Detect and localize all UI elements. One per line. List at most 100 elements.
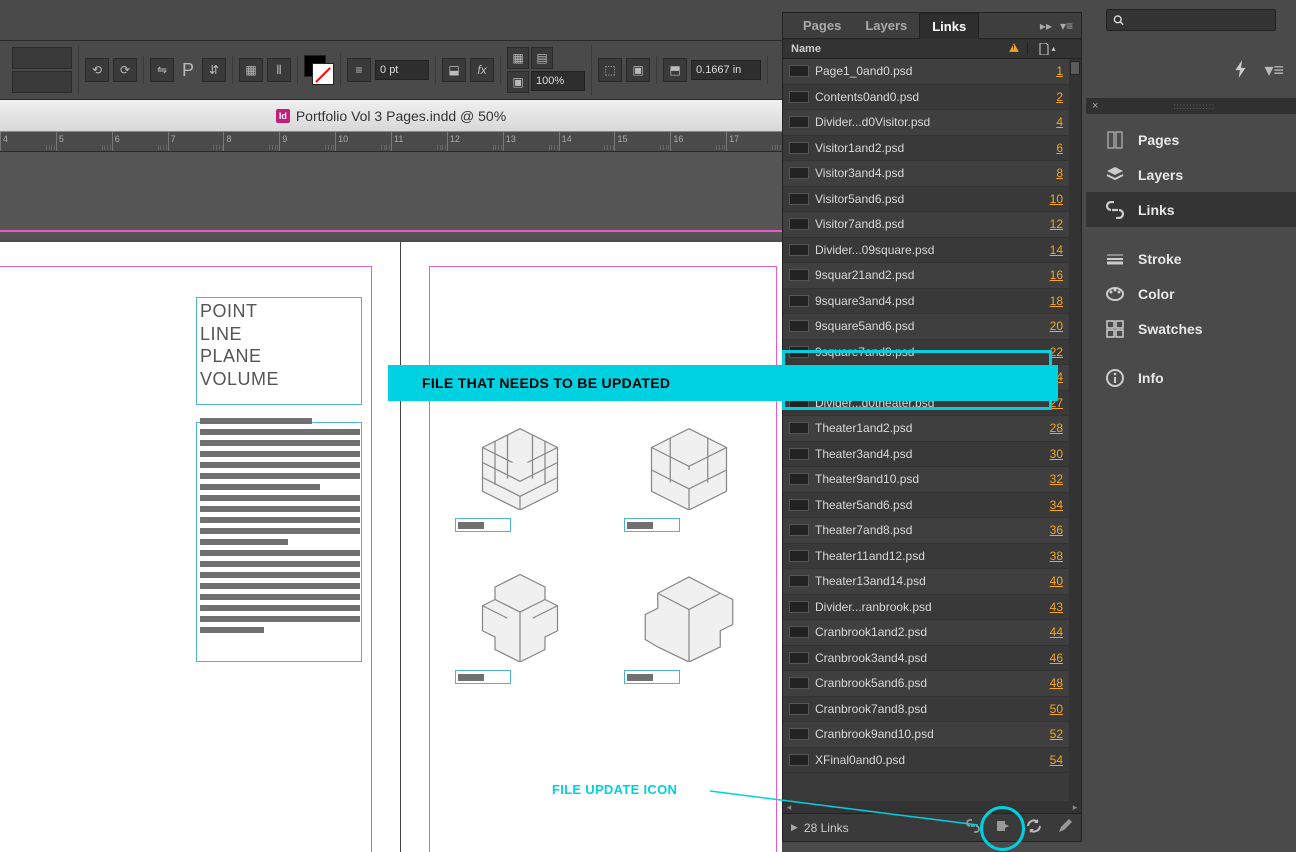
- tab-pages[interactable]: Pages: [791, 13, 853, 39]
- distribute-icon[interactable]: ⫴: [267, 58, 291, 82]
- cube-image[interactable]: [455, 410, 585, 510]
- link-row[interactable]: Cranbrook3and4.psd46: [783, 646, 1081, 672]
- link-row[interactable]: 9square5and6.psd20: [783, 314, 1081, 340]
- link-page-number[interactable]: 6: [1033, 141, 1067, 155]
- caption-frame[interactable]: [455, 670, 511, 684]
- link-page-number[interactable]: 46: [1033, 651, 1067, 665]
- stroke-swatch[interactable]: [312, 63, 334, 85]
- crop-icon[interactable]: ⬒: [663, 58, 687, 82]
- effects-icon[interactable]: fx: [470, 58, 494, 82]
- link-page-number[interactable]: 40: [1033, 574, 1067, 588]
- link-page-number[interactable]: 30: [1033, 447, 1067, 461]
- text-wrap-icon[interactable]: ▣: [507, 71, 529, 93]
- tab-layers[interactable]: Layers: [853, 13, 919, 39]
- link-page-number[interactable]: 44: [1033, 625, 1067, 639]
- link-row[interactable]: Cranbrook9and10.psd52: [783, 722, 1081, 748]
- link-row[interactable]: Theater5and6.psd34: [783, 493, 1081, 519]
- link-page-number[interactable]: 4: [1033, 115, 1067, 129]
- caption-frame[interactable]: [455, 518, 511, 532]
- links-scrollbar[interactable]: [1069, 59, 1081, 801]
- link-row[interactable]: Theater1and2.psd28: [783, 416, 1081, 442]
- link-row[interactable]: Visitor5and6.psd10: [783, 187, 1081, 213]
- link-page-number[interactable]: 50: [1033, 702, 1067, 716]
- link-row[interactable]: Divider...ranbrook.psd43: [783, 595, 1081, 621]
- link-row[interactable]: Theater3and4.psd30: [783, 442, 1081, 468]
- flip-horizontal-icon[interactable]: ⇋: [150, 58, 174, 82]
- panel-item-pages[interactable]: Pages: [1086, 122, 1296, 157]
- cube-image[interactable]: [624, 410, 754, 510]
- link-page-number[interactable]: 43: [1033, 600, 1067, 614]
- link-row[interactable]: Page1_0and0.psd1: [783, 59, 1081, 85]
- body-text-placeholder[interactable]: [200, 418, 360, 633]
- horizontal-ruler[interactable]: 4567891011121314151617: [0, 132, 782, 152]
- transform-field[interactable]: [12, 47, 72, 69]
- links-h-scrollbar[interactable]: ◂▸: [783, 801, 1081, 813]
- link-page-number[interactable]: 52: [1033, 727, 1067, 741]
- link-row[interactable]: Divider...09square.psd14: [783, 238, 1081, 264]
- panel-item-color[interactable]: Color: [1086, 276, 1296, 311]
- link-page-number[interactable]: 8: [1033, 166, 1067, 180]
- caption-frame[interactable]: [624, 518, 680, 532]
- collapse-panel-icon[interactable]: ▸▸: [1040, 19, 1052, 33]
- link-row[interactable]: Theater9and10.psd32: [783, 467, 1081, 493]
- heading-text[interactable]: POINT LINE PLANE VOLUME: [200, 300, 360, 390]
- top-search-input[interactable]: [1106, 9, 1276, 31]
- link-page-number[interactable]: 10: [1033, 192, 1067, 206]
- caption-frame[interactable]: [624, 670, 680, 684]
- link-row[interactable]: Contents0and0.psd2: [783, 85, 1081, 111]
- bounding-box-icon[interactable]: ⬚: [598, 58, 622, 82]
- link-page-number[interactable]: 28: [1033, 421, 1067, 435]
- panel-menu-icon[interactable]: ▾≡: [1060, 19, 1073, 33]
- opacity-icon[interactable]: ▦: [507, 47, 529, 69]
- panel-item-links[interactable]: Links: [1086, 192, 1296, 227]
- rotate-ccw-icon[interactable]: ⟲: [85, 58, 109, 82]
- cube-image[interactable]: [455, 562, 585, 662]
- document-canvas[interactable]: POINT LINE PLANE VOLUME: [0, 152, 782, 852]
- link-page-number[interactable]: 18: [1033, 294, 1067, 308]
- frame-fitting-icon[interactable]: ▣: [626, 58, 650, 82]
- link-row[interactable]: Theater7and8.psd36: [783, 518, 1081, 544]
- rotate-cw-icon[interactable]: ⟳: [113, 58, 137, 82]
- link-row[interactable]: 9squar21and2.psd16: [783, 263, 1081, 289]
- link-row[interactable]: Visitor3and4.psd8: [783, 161, 1081, 187]
- link-row[interactable]: Visitor7and8.psd12: [783, 212, 1081, 238]
- link-row[interactable]: Visitor1and2.psd6: [783, 136, 1081, 162]
- link-page-number[interactable]: 36: [1033, 523, 1067, 537]
- link-row[interactable]: Cranbrook7and8.psd50: [783, 697, 1081, 723]
- search-field[interactable]: [1128, 14, 1269, 26]
- flip-vertical-icon[interactable]: ⇵: [202, 58, 226, 82]
- link-row[interactable]: Theater11and12.psd38: [783, 544, 1081, 570]
- column-header-name[interactable]: Name: [783, 43, 1001, 55]
- link-row[interactable]: XFinal0and0.psd54: [783, 748, 1081, 774]
- paragraph-style-icon[interactable]: P: [178, 60, 198, 81]
- blend-mode-icon[interactable]: ▤: [531, 47, 553, 69]
- link-page-number[interactable]: 2: [1033, 90, 1067, 104]
- link-row[interactable]: 9square3and4.psd18: [783, 289, 1081, 315]
- link-page-number[interactable]: 34: [1033, 498, 1067, 512]
- link-row[interactable]: Cranbrook1and2.psd44: [783, 620, 1081, 646]
- link-row[interactable]: Theater13and14.psd40: [783, 569, 1081, 595]
- column-header-status[interactable]: [1001, 42, 1027, 56]
- link-page-number[interactable]: 38: [1033, 549, 1067, 563]
- link-page-number[interactable]: 12: [1033, 217, 1067, 231]
- link-page-number[interactable]: 32: [1033, 472, 1067, 486]
- transform-field[interactable]: [12, 71, 72, 93]
- link-page-number[interactable]: 14: [1033, 243, 1067, 257]
- close-icon[interactable]: ×: [1092, 100, 1098, 112]
- panel-item-layers[interactable]: Layers: [1086, 157, 1296, 192]
- link-row[interactable]: Divider...d0Visitor.psd4: [783, 110, 1081, 136]
- link-page-number[interactable]: 20: [1033, 319, 1067, 333]
- panel-item-stroke[interactable]: Stroke: [1086, 241, 1296, 276]
- expand-icon[interactable]: ▶: [791, 822, 798, 833]
- column-header-page[interactable]: ▴: [1027, 43, 1067, 55]
- relink-icon[interactable]: [965, 819, 981, 836]
- tab-links[interactable]: Links: [919, 13, 979, 39]
- panel-menu-icon[interactable]: ▾≡: [1264, 60, 1284, 81]
- cube-image[interactable]: [624, 562, 754, 662]
- panel-grip-icon[interactable]: :::::::::::::: [1173, 102, 1215, 111]
- stroke-weight-input[interactable]: [375, 60, 429, 80]
- align-icon[interactable]: ▦: [239, 58, 263, 82]
- link-page-number[interactable]: 1: [1033, 64, 1067, 78]
- corner-options-icon[interactable]: ⬓: [442, 58, 466, 82]
- link-row[interactable]: Cranbrook5and6.psd48: [783, 671, 1081, 697]
